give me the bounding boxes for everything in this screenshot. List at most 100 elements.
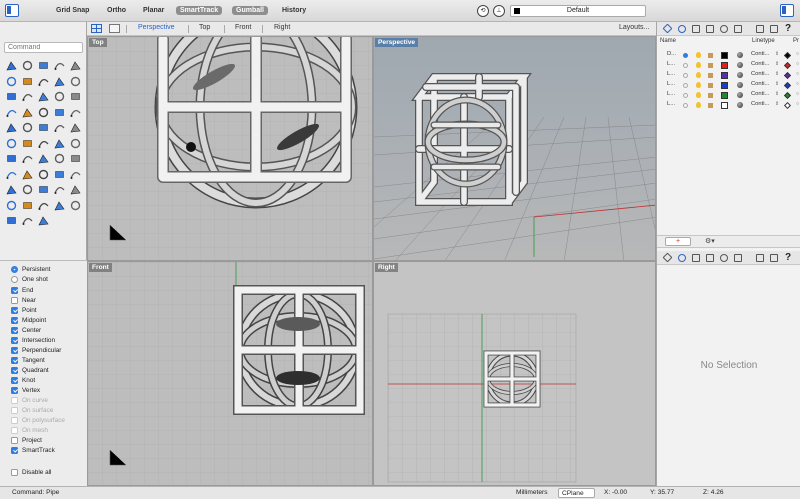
fillet-curve-icon[interactable] xyxy=(67,74,83,90)
material-ball-icon[interactable] xyxy=(51,198,67,214)
boolean-diff-icon[interactable] xyxy=(19,120,35,136)
material-icon[interactable] xyxy=(720,254,728,262)
osnap-point-checkbox[interactable]: Point xyxy=(11,305,37,315)
object-icon[interactable] xyxy=(692,254,700,262)
camera-icon[interactable] xyxy=(19,198,35,214)
print-width-icon[interactable]: ○ xyxy=(796,61,799,67)
osnap-vertex-checkbox[interactable]: Vertex xyxy=(11,385,40,395)
print-width-icon[interactable]: ○ xyxy=(796,71,799,77)
zoom-icon[interactable] xyxy=(35,167,51,183)
notes-icon[interactable] xyxy=(756,25,764,33)
lock-icon[interactable] xyxy=(708,92,713,98)
column-linetype[interactable]: Linetype xyxy=(752,38,775,44)
select-icon[interactable] xyxy=(3,58,19,74)
linetype-stepper-icon[interactable]: ⇕ xyxy=(775,101,779,107)
hide-icon[interactable] xyxy=(3,167,19,183)
layer-linetype[interactable]: Conti... xyxy=(751,71,769,77)
boolean-union-icon[interactable] xyxy=(3,120,19,136)
linetype-stepper-icon[interactable]: ⇕ xyxy=(775,91,779,97)
osnap-on-mesh-checkbox[interactable]: On mesh xyxy=(11,425,48,435)
zoom-window-icon[interactable] xyxy=(51,167,67,183)
mirror-icon[interactable] xyxy=(67,136,83,152)
extrude-icon[interactable] xyxy=(19,89,35,105)
help-icon[interactable]: ? xyxy=(785,252,791,263)
layer-row[interactable]: D... Conti... ⇕ ○ xyxy=(657,50,800,60)
box-icon[interactable] xyxy=(3,105,19,121)
print-width-icon[interactable]: ○ xyxy=(796,91,799,97)
dimension-icon[interactable] xyxy=(51,151,67,167)
four-view-layout-icon[interactable] xyxy=(91,24,102,33)
light-icon[interactable] xyxy=(67,198,83,214)
rotate-icon[interactable] xyxy=(35,136,51,152)
linetype-stepper-icon[interactable]: ⇕ xyxy=(775,51,779,57)
layer-row[interactable]: L... Conti... ⇕ ○ xyxy=(657,90,800,100)
print-width-icon[interactable]: ○ xyxy=(796,51,799,57)
material-ball-icon[interactable] xyxy=(737,82,743,88)
split-icon[interactable] xyxy=(35,120,51,136)
notes-icon[interactable] xyxy=(756,254,764,262)
object-icon[interactable] xyxy=(692,25,700,33)
linetype-stepper-icon[interactable]: ⇕ xyxy=(775,61,779,67)
material-ball-icon[interactable] xyxy=(737,72,743,78)
set-current-icon[interactable] xyxy=(683,92,688,98)
box-icon[interactable] xyxy=(706,254,714,262)
move-icon[interactable] xyxy=(3,136,19,152)
layer-linetype[interactable]: Conti... xyxy=(751,101,769,107)
grid-snap-toggle[interactable]: Grid Snap xyxy=(52,6,93,15)
check-icon[interactable] xyxy=(67,151,83,167)
polygon-icon[interactable] xyxy=(51,74,67,90)
window-icon[interactable] xyxy=(770,25,778,33)
color-wheel-icon[interactable] xyxy=(35,198,51,214)
search-icon[interactable] xyxy=(67,167,83,183)
material-ball-icon[interactable] xyxy=(737,92,743,98)
lock-icon[interactable] xyxy=(708,72,713,78)
visibility-bulb-icon[interactable] xyxy=(696,72,701,78)
lock-icon[interactable] xyxy=(708,62,713,68)
group-icon[interactable] xyxy=(35,213,51,229)
column-print[interactable]: Pr xyxy=(793,38,799,44)
rectangle-icon[interactable] xyxy=(35,74,51,90)
current-layer-icon[interactable] xyxy=(683,52,688,58)
osnap-midpoint-checkbox[interactable]: Midpoint xyxy=(11,315,46,325)
osnap-intersection-checkbox[interactable]: Intersection xyxy=(11,335,55,345)
osnap-tangent-checkbox[interactable]: Tangent xyxy=(11,355,45,365)
print-color-swatch[interactable] xyxy=(783,71,792,79)
toggle-left-panel-button[interactable] xyxy=(5,4,19,17)
window-icon[interactable] xyxy=(770,254,778,262)
layouts-menu-button[interactable]: Layouts... xyxy=(619,24,649,31)
set-current-icon[interactable] xyxy=(683,102,688,108)
osnap-persistent-radio[interactable]: Persistent xyxy=(11,264,50,274)
layer-linetype[interactable]: Conti... xyxy=(751,51,769,57)
layer-row[interactable]: L... Conti... ⇕ ○ xyxy=(657,80,800,90)
material-ball-icon[interactable] xyxy=(737,62,743,68)
tab-right[interactable]: Right xyxy=(274,24,290,31)
osnap-knot-checkbox[interactable]: Knot xyxy=(11,375,35,385)
layer-color-swatch[interactable] xyxy=(721,61,728,69)
osnap-on-surface-checkbox[interactable]: On surface xyxy=(11,405,53,415)
units-label[interactable]: Millimeters xyxy=(516,489,548,496)
ortho-toggle[interactable]: Ortho xyxy=(103,6,130,15)
mesh-icon[interactable] xyxy=(67,182,83,198)
layers-icon[interactable] xyxy=(662,23,673,34)
viewport-right-label[interactable]: Right xyxy=(375,263,398,272)
osnap-perpendicular-checkbox[interactable]: Perpendicular xyxy=(11,345,61,355)
box-icon[interactable] xyxy=(706,25,714,33)
trim-icon[interactable] xyxy=(51,120,67,136)
command-input[interactable] xyxy=(4,42,83,53)
curve-icon[interactable] xyxy=(51,58,67,74)
add-layer-button[interactable]: + xyxy=(665,237,691,246)
arc-icon[interactable] xyxy=(67,58,83,74)
planar-toggle[interactable]: Planar xyxy=(139,6,168,15)
lock-icon[interactable] xyxy=(708,102,713,108)
print-color-swatch[interactable] xyxy=(783,81,792,89)
settings-icon[interactable] xyxy=(734,25,742,33)
visibility-bulb-icon[interactable] xyxy=(696,62,701,68)
display-icon[interactable] xyxy=(678,25,686,33)
print-color-swatch[interactable] xyxy=(783,101,792,109)
material-ball-icon[interactable] xyxy=(737,102,743,108)
properties-icon[interactable] xyxy=(678,254,686,262)
cone-icon[interactable] xyxy=(51,105,67,121)
globe-icon[interactable] xyxy=(3,213,19,229)
set-current-icon[interactable] xyxy=(683,82,688,88)
tab-front[interactable]: Front xyxy=(235,24,251,31)
